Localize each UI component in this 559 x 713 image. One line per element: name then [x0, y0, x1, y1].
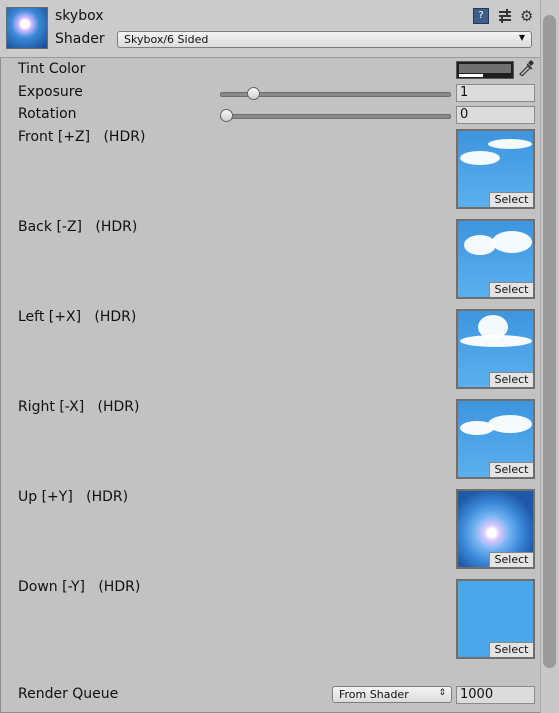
- render-queue-mode-dropdown[interactable]: From Shader ⇕: [332, 686, 452, 703]
- material-header: skybox Shader Skybox/6 Sided ▼ ? ⚙: [0, 0, 540, 58]
- texture-slot-front[interactable]: Select: [456, 129, 535, 209]
- select-texture-button[interactable]: Select: [489, 192, 533, 207]
- eyedropper-icon[interactable]: [517, 60, 535, 80]
- chevron-down-icon: ▼: [518, 33, 525, 42]
- exposure-label: Exposure: [18, 84, 83, 100]
- rotation-slider-knob[interactable]: [220, 109, 233, 122]
- texture-label-down: Down [-Y] (HDR): [18, 579, 141, 595]
- select-texture-button[interactable]: Select: [489, 642, 533, 657]
- cloud-shape: [460, 335, 532, 347]
- cloud-shape: [488, 415, 532, 433]
- shader-dropdown-value: Skybox/6 Sided: [124, 33, 209, 46]
- texture-label-right: Right [-X] (HDR): [18, 399, 140, 415]
- texture-slot-back[interactable]: Select: [456, 219, 535, 299]
- texture-slot-up[interactable]: Select: [456, 489, 535, 569]
- tint-color-swatch[interactable]: [456, 61, 514, 79]
- presets-sliders-icon[interactable]: [497, 8, 513, 24]
- tint-color-fill: [459, 64, 511, 73]
- select-texture-button[interactable]: Select: [489, 372, 533, 387]
- shader-label: Shader: [55, 31, 105, 47]
- texture-label-front: Front [+Z] (HDR): [18, 129, 146, 145]
- texture-label-back: Back [-Z] (HDR): [18, 219, 138, 235]
- gear-icon[interactable]: ⚙: [520, 8, 536, 24]
- material-name: skybox: [55, 8, 104, 24]
- rotation-slider-track[interactable]: [220, 114, 451, 119]
- shader-dropdown[interactable]: Skybox/6 Sided ▼: [117, 31, 532, 48]
- cloud-shape: [492, 231, 532, 253]
- material-preview-icon: [6, 7, 48, 49]
- render-queue-mode-value: From Shader: [339, 688, 409, 701]
- tint-alpha-bar: [459, 74, 483, 77]
- cloud-shape: [460, 151, 500, 165]
- scrollbar-thumb[interactable]: [543, 15, 556, 668]
- rotation-label: Rotation: [18, 106, 77, 122]
- rotation-value-field[interactable]: 0: [456, 106, 535, 124]
- texture-slot-right[interactable]: Select: [456, 399, 535, 479]
- select-texture-button[interactable]: Select: [489, 462, 533, 477]
- select-texture-button[interactable]: Select: [489, 282, 533, 297]
- updown-arrow-icon: ⇕: [438, 688, 446, 698]
- render-queue-label: Render Queue: [18, 686, 119, 702]
- texture-slot-left[interactable]: Select: [456, 309, 535, 389]
- texture-slot-down[interactable]: Select: [456, 579, 535, 659]
- exposure-value-field[interactable]: 1: [456, 84, 535, 102]
- texture-label-left: Left [+X] (HDR): [18, 309, 137, 325]
- select-texture-button[interactable]: Select: [489, 552, 533, 567]
- help-book-icon[interactable]: ?: [473, 8, 489, 24]
- texture-label-up: Up [+Y] (HDR): [18, 489, 129, 505]
- tint-color-label: Tint Color: [18, 61, 86, 77]
- cloud-shape: [464, 235, 496, 255]
- cloud-shape: [488, 139, 532, 149]
- render-queue-value-field[interactable]: 1000: [456, 686, 535, 704]
